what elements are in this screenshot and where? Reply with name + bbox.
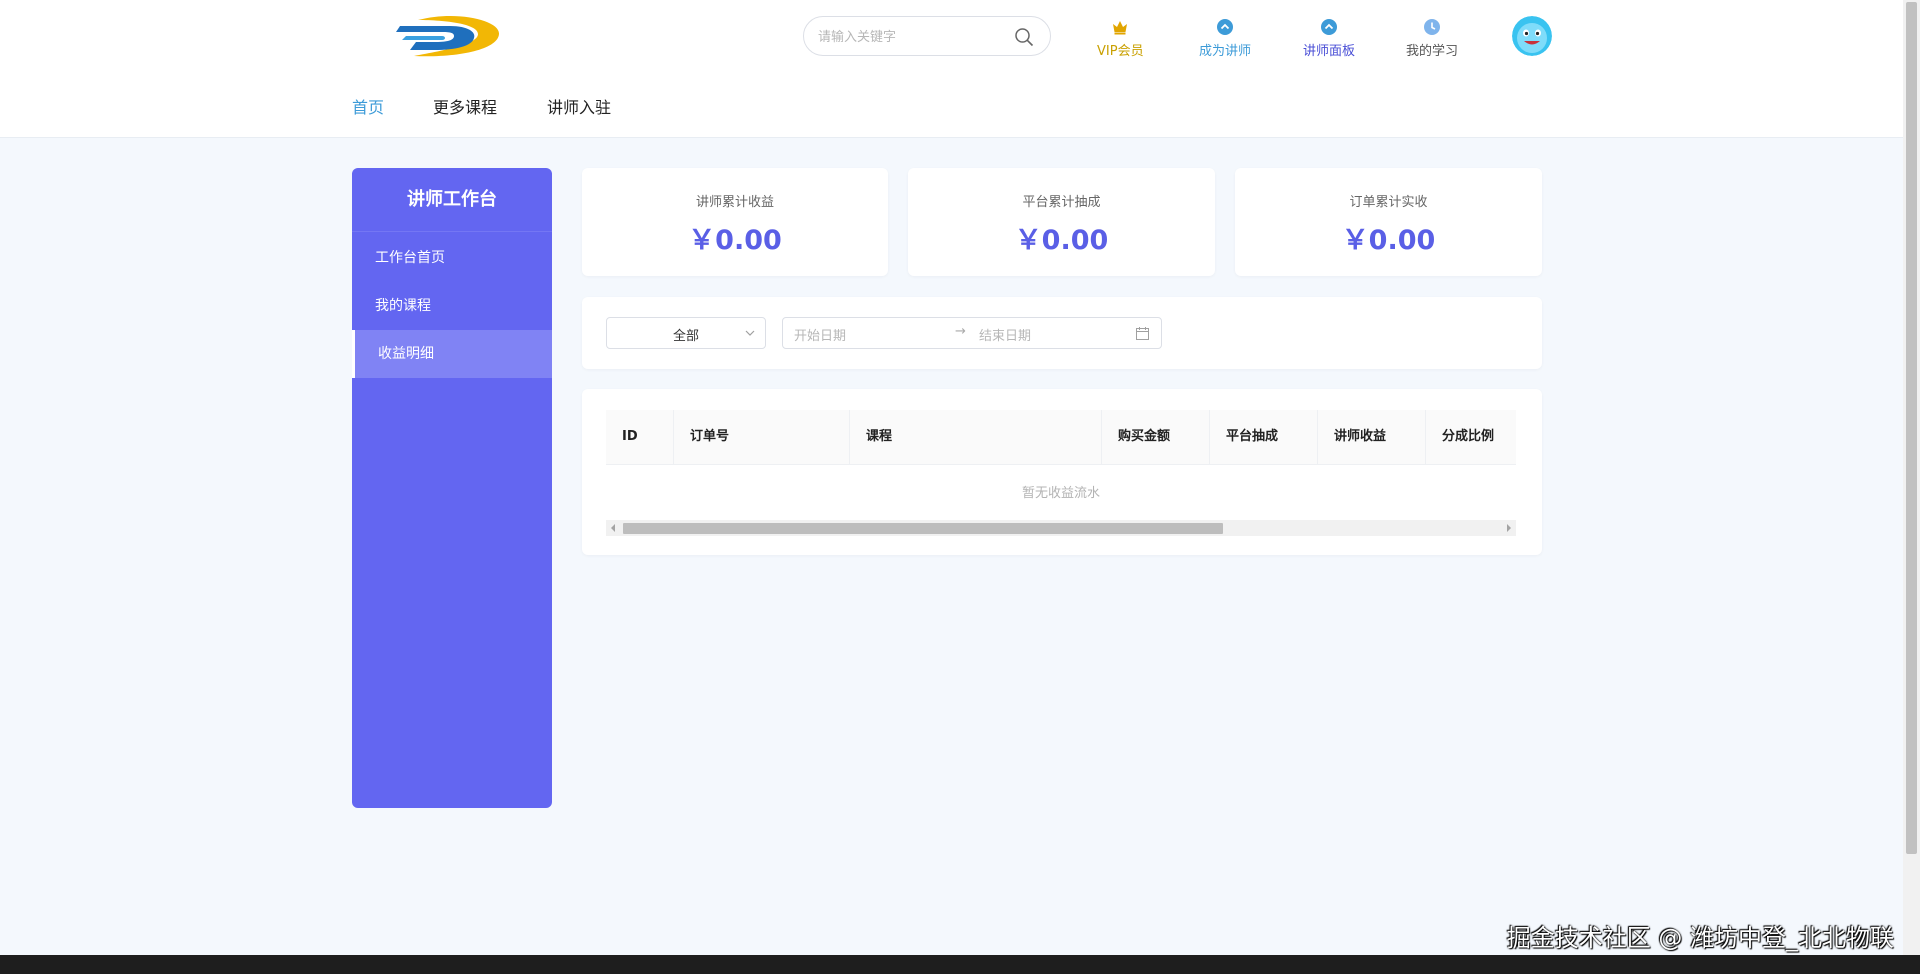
category-select[interactable]: 全部 (606, 317, 766, 349)
stat-label: 平台累计抽成 (1022, 195, 1101, 210)
date-range-separator: → (955, 324, 966, 339)
clock-icon (1424, 19, 1440, 35)
lecturer-panel-link[interactable]: 讲师面板 (1303, 18, 1355, 59)
column-header-platform-commission: 平台抽成 (1210, 410, 1318, 464)
bottom-bar (0, 955, 1920, 974)
scrollbar-thumb[interactable] (623, 523, 1223, 534)
stat-card-order-received: 订单累计实收 ￥0.00 (1235, 168, 1542, 276)
column-header-id: ID (606, 410, 674, 464)
crown-icon (1113, 21, 1128, 35)
stat-value: ￥0.00 (1341, 225, 1436, 256)
category-select-value: 全部 (672, 329, 699, 344)
column-header-share-ratio: 分成比例 (1442, 429, 1495, 444)
table-horizontal-scrollbar[interactable] (606, 520, 1516, 536)
stat-label: 订单累计实收 (1349, 195, 1428, 210)
become-lecturer-link[interactable]: 成为讲师 (1199, 18, 1251, 59)
avatar[interactable] (1512, 16, 1552, 56)
column-header-order-no: 订单号 (674, 410, 850, 464)
stat-value: ￥0.00 (1014, 225, 1109, 256)
table-header: ID 订单号 课程 购买金额 平台抽成 讲师收益 分成比例 (606, 410, 1516, 465)
menu-lecturer-join[interactable]: 讲师入驻 (547, 94, 611, 118)
sidebar-title: 讲师工作台 (352, 168, 552, 232)
end-date-input[interactable]: 结束日期 (979, 325, 1031, 344)
chevron-up-circle-icon (1217, 19, 1233, 35)
stat-value: ￥0.00 (688, 225, 782, 256)
column-header-course: 课程 (850, 410, 1102, 464)
start-date-input[interactable]: 开始日期 (794, 325, 846, 344)
chevron-down-icon (745, 330, 755, 336)
page-vertical-scrollbar[interactable] (1903, 0, 1920, 955)
empty-state-text: 暂无收益流水 (1021, 486, 1100, 501)
my-learning-link[interactable]: 我的学习 (1406, 18, 1458, 59)
column-header-purchase-amount: 购买金额 (1102, 410, 1210, 464)
scroll-left-arrow-icon[interactable] (611, 524, 615, 532)
column-header-lecturer-earnings: 讲师收益 (1318, 410, 1426, 464)
search-box (803, 16, 1051, 56)
stat-label: 讲师累计收益 (695, 195, 774, 210)
stat-card-lecturer-earnings: 讲师累计收益 ￥0.00 (582, 168, 888, 276)
sidebar-item-earnings[interactable]: 收益明细 (352, 330, 552, 378)
stat-card-platform-commission: 平台累计抽成 ￥0.00 (908, 168, 1215, 276)
scroll-right-arrow-icon[interactable] (1507, 524, 1511, 532)
watermark-text: 掘金技术社区 @ 潍坊中登_北北物联 (1506, 924, 1894, 952)
page-scrollbar-thumb[interactable] (1906, 2, 1917, 854)
search-input[interactable] (816, 26, 1010, 48)
sidebar-item-dashboard[interactable]: 工作台首页 (352, 234, 552, 282)
calendar-icon (1136, 327, 1149, 340)
date-range-picker[interactable]: 开始日期 → 结束日期 (782, 317, 1162, 349)
search-icon[interactable] (1014, 27, 1034, 47)
site-logo[interactable] (396, 14, 500, 60)
chevron-up-circle-icon (1321, 19, 1337, 35)
top-header: VIP会员 成为讲师 讲师面板 我的学习 首页 更多课程 讲师入驻 (0, 0, 1903, 138)
sidebar-item-my-courses[interactable]: 我的课程 (352, 282, 552, 330)
lecturer-sidebar: 讲师工作台 工作台首页 我的课程 收益明细 (352, 168, 552, 808)
menu-more-courses[interactable]: 更多课程 (433, 94, 497, 118)
earnings-table: ID 订单号 课程 购买金额 平台抽成 讲师收益 分成比例 暂无收益流水 (606, 410, 1516, 536)
menu-home[interactable]: 首页 (352, 94, 384, 118)
vip-member-link[interactable]: VIP会员 (1097, 18, 1144, 59)
